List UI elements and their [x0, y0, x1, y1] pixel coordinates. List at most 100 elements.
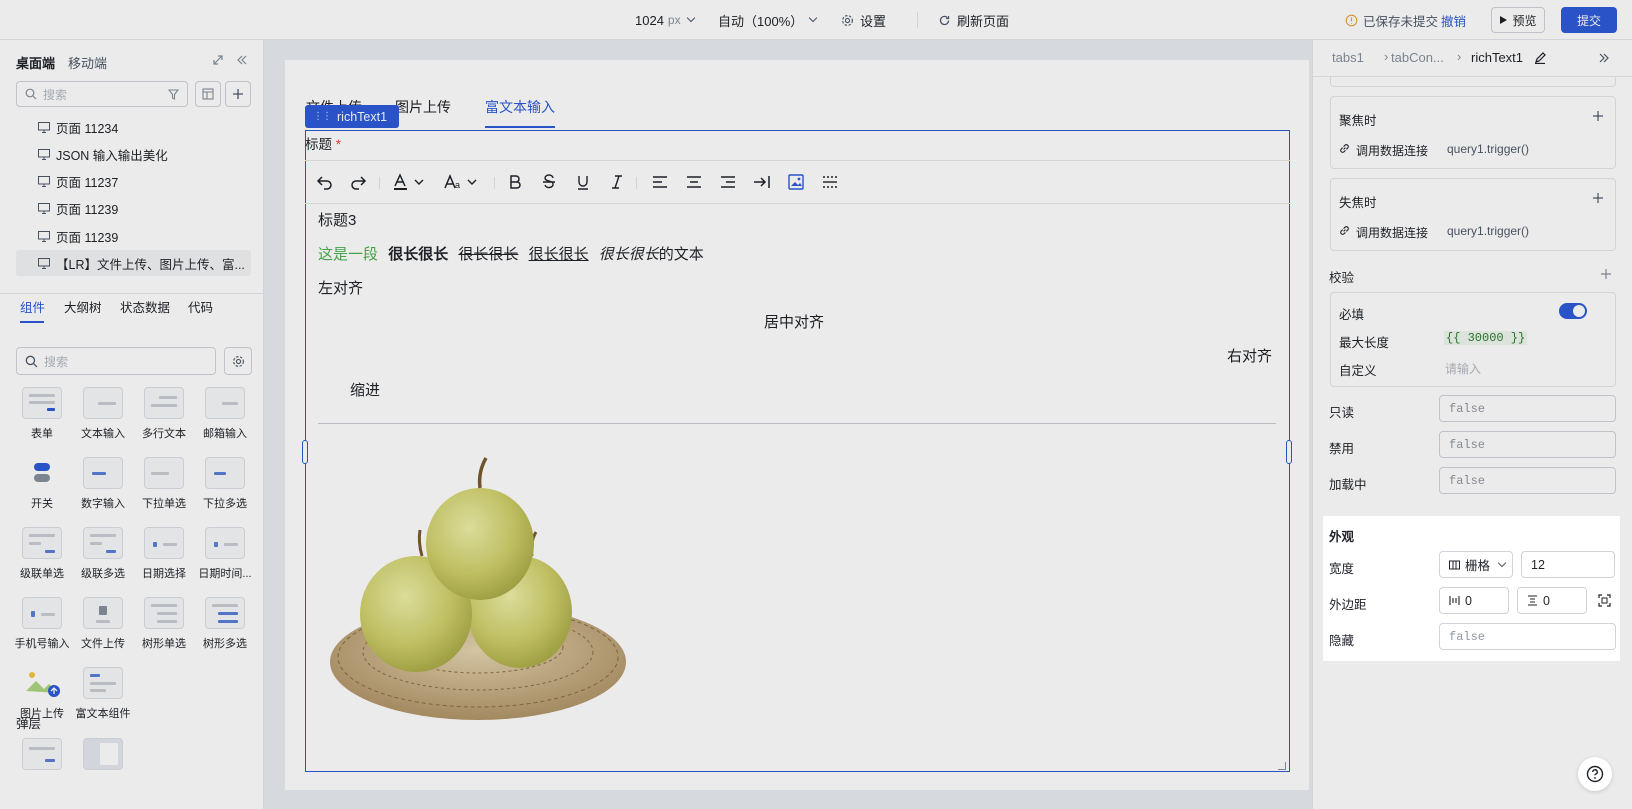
focus-action-value[interactable]: query1.trigger(): [1447, 142, 1529, 156]
component-multi-cascader[interactable]: 级联多选: [73, 527, 133, 581]
component-cascader[interactable]: 级联单选: [12, 527, 72, 581]
component-tree-multi-select[interactable]: 树形多选: [195, 597, 255, 651]
zoom-select[interactable]: 自动（100%）: [718, 0, 818, 40]
insert-image-button[interactable]: [786, 172, 806, 192]
component-switch[interactable]: 开关: [12, 457, 72, 511]
required-toggle[interactable]: [1559, 303, 1587, 319]
content-horizontal-rule: [318, 423, 1276, 424]
component-email-input[interactable]: 邮箱输入: [195, 387, 255, 441]
underline-button[interactable]: [573, 172, 593, 192]
page-item[interactable]: 页面 11237: [16, 168, 251, 194]
refresh-button[interactable]: 刷新页面: [938, 0, 1009, 40]
collapse-right-icon[interactable]: [1598, 52, 1610, 64]
component-label: 下拉多选: [203, 498, 247, 510]
tab-components[interactable]: 组件: [20, 297, 45, 316]
indent-button[interactable]: [752, 172, 772, 192]
tab-mobile[interactable]: 移动端: [68, 53, 107, 72]
component-search-input[interactable]: 搜索: [16, 347, 216, 375]
width-mode-select[interactable]: 栅格: [1439, 551, 1513, 578]
custom-validation-input[interactable]: 请输入: [1445, 360, 1481, 377]
content-formatted-line: 这是一段 很长很长 很长很长 很长很长 很长很长的文本: [318, 243, 704, 264]
undo-button[interactable]: [315, 172, 335, 192]
plus-icon[interactable]: [1592, 192, 1604, 204]
divider-button[interactable]: [820, 172, 840, 192]
component-date-picker[interactable]: 日期选择: [134, 527, 194, 581]
tab-rich-text[interactable]: 富文本输入: [485, 97, 555, 117]
strikethrough-button[interactable]: [539, 172, 559, 192]
content-right-aligned: 右对齐: [1227, 348, 1273, 365]
component-tree-select[interactable]: 树形单选: [134, 597, 194, 651]
component-drawer[interactable]: [73, 738, 133, 776]
tab-desktop[interactable]: 桌面端: [16, 53, 55, 72]
filter-icon[interactable]: [168, 89, 179, 100]
preview-button[interactable]: 预览: [1491, 7, 1545, 33]
expand-icon[interactable]: [212, 54, 224, 66]
align-center-button[interactable]: [684, 172, 704, 192]
component-phone-input[interactable]: 手机号输入: [12, 597, 72, 651]
font-size-button[interactable]: a: [444, 172, 480, 192]
preview-label: 预览: [1512, 13, 1537, 28]
component-textarea[interactable]: 多行文本: [134, 387, 194, 441]
help-button[interactable]: [1578, 757, 1612, 791]
link-icon: [1340, 144, 1349, 153]
page-item[interactable]: 页面 11234: [16, 114, 251, 140]
component-settings-button[interactable]: [224, 347, 252, 375]
redo-button[interactable]: [348, 172, 368, 192]
component-rich-text[interactable]: 富文本组件: [73, 667, 133, 721]
italic-button[interactable]: [607, 172, 627, 192]
plus-icon[interactable]: [1600, 268, 1612, 280]
resize-handle-left[interactable]: [302, 440, 308, 464]
toggle-knob: [1573, 305, 1585, 317]
breadcrumb-item[interactable]: tabs1: [1332, 50, 1364, 65]
resize-corner-icon[interactable]: [1278, 762, 1286, 770]
breadcrumb-item[interactable]: tabCon...: [1391, 50, 1444, 65]
tab-outline[interactable]: 大纲树: [64, 297, 102, 316]
layout-button[interactable]: [195, 81, 221, 107]
disabled-input[interactable]: false: [1439, 431, 1616, 458]
plus-icon[interactable]: [1592, 110, 1604, 122]
settings-button[interactable]: 设置: [841, 0, 886, 40]
component-multi-select[interactable]: 下拉多选: [195, 457, 255, 511]
align-left-button[interactable]: [650, 172, 670, 192]
email-input-icon: [205, 387, 245, 419]
max-length-value[interactable]: {{ 30000 }}: [1444, 331, 1528, 345]
undo-link[interactable]: 撤销: [1441, 0, 1466, 40]
resize-handle-right[interactable]: [1286, 440, 1292, 464]
component-file-upload[interactable]: 文件上传: [73, 597, 133, 651]
selected-component-tag[interactable]: ⋮⋮ richText1: [305, 105, 400, 128]
component-label: 数字输入: [81, 498, 125, 510]
tab-code[interactable]: 代码: [188, 297, 213, 316]
component-form[interactable]: 表单: [12, 387, 72, 441]
page-item[interactable]: 页面 11239: [16, 223, 251, 249]
add-page-button[interactable]: [225, 81, 251, 107]
tab-state-data[interactable]: 状态数据: [120, 297, 170, 316]
loading-input[interactable]: false: [1439, 467, 1616, 494]
width-value-input[interactable]: 12: [1521, 551, 1615, 578]
hidden-input[interactable]: false: [1439, 623, 1616, 650]
component-number-input[interactable]: 数字输入: [73, 457, 133, 511]
margin-vertical-input[interactable]: 0: [1517, 587, 1587, 614]
component-text-input[interactable]: 文本输入: [73, 387, 133, 441]
margin-expand-icon[interactable]: [1598, 594, 1611, 607]
gear-icon: [232, 355, 244, 367]
focus-action[interactable]: 调用数据连接: [1356, 142, 1428, 159]
page-item[interactable]: JSON 输入输出美化: [16, 141, 251, 167]
submit-button[interactable]: 提交: [1561, 7, 1617, 33]
page-search-input[interactable]: 搜索: [16, 81, 188, 107]
bold-button[interactable]: [505, 172, 525, 192]
collapse-left-icon[interactable]: [236, 54, 248, 66]
tab-image-upload[interactable]: 图片上传: [395, 97, 451, 117]
page-item-active[interactable]: 【LR】文件上传、图片上传、富...: [16, 250, 251, 276]
font-color-button[interactable]: [392, 172, 428, 192]
margin-horizontal-input[interactable]: 0: [1439, 587, 1509, 614]
canvas-width-select[interactable]: 1024 px: [635, 0, 695, 40]
blur-action[interactable]: 调用数据连接: [1356, 224, 1428, 241]
blur-action-value[interactable]: query1.trigger(): [1447, 224, 1529, 238]
page-item[interactable]: 页面 11239: [16, 195, 251, 221]
component-modal[interactable]: [12, 738, 72, 776]
align-right-button[interactable]: [718, 172, 738, 192]
readonly-input[interactable]: false: [1439, 395, 1616, 422]
edit-icon[interactable]: [1534, 52, 1546, 64]
component-datetime-picker[interactable]: 日期时间...: [195, 527, 255, 581]
component-select[interactable]: 下拉单选: [134, 457, 194, 511]
